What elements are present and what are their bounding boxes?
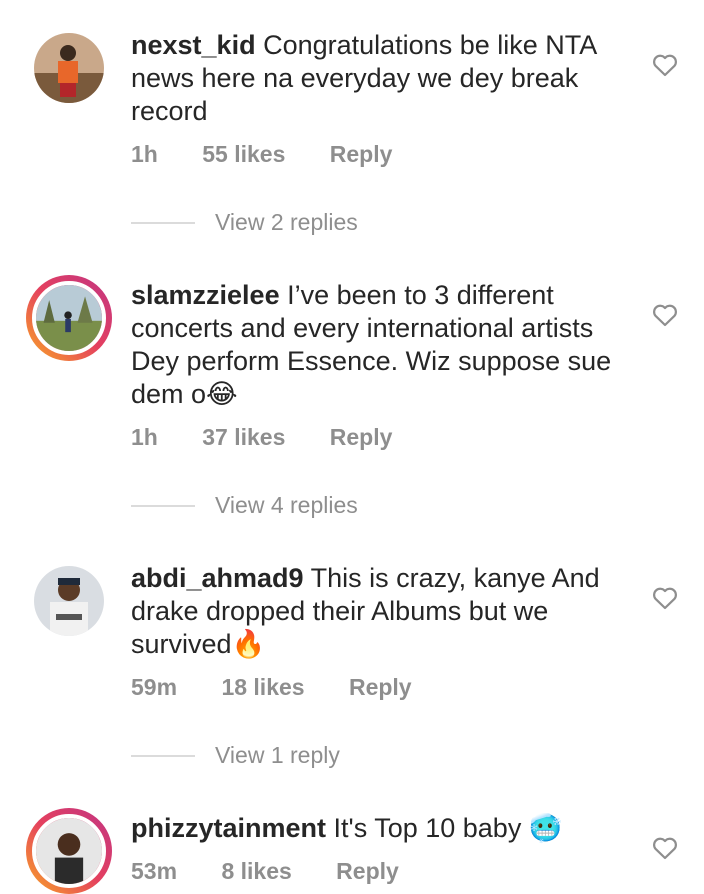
view-replies-label: View 4 replies bbox=[215, 492, 358, 518]
avatar[interactable] bbox=[34, 33, 104, 103]
comment-likes[interactable]: 55 likes bbox=[202, 141, 285, 167]
comment-likes[interactable]: 18 likes bbox=[221, 674, 304, 700]
reply-button[interactable]: Reply bbox=[349, 674, 412, 700]
comment-body: nexst_kid Congratulations be like NTA ne… bbox=[131, 29, 631, 128]
heart-outline-icon[interactable] bbox=[652, 53, 678, 77]
comment-time: 53m bbox=[131, 858, 178, 884]
reply-button[interactable]: Reply bbox=[330, 424, 393, 450]
heart-outline-icon[interactable] bbox=[652, 586, 678, 610]
avatar[interactable] bbox=[26, 275, 112, 361]
comment-meta: 59m 18 likes Reply bbox=[131, 674, 450, 701]
avatar[interactable] bbox=[26, 808, 112, 894]
comment-likes[interactable]: 37 likes bbox=[202, 424, 285, 450]
comment-body: abdi_ahmad9 This is crazy, kanye And dra… bbox=[131, 562, 631, 661]
comment-body: slamzzielee I’ve been to 3 different con… bbox=[131, 279, 631, 411]
comment-meta: 1h 37 likes Reply bbox=[131, 424, 430, 451]
reply-button[interactable]: Reply bbox=[336, 858, 399, 884]
comment-username[interactable]: abdi_ahmad9 bbox=[131, 563, 304, 593]
avatar-image bbox=[32, 281, 106, 355]
comment-time: 59m bbox=[131, 674, 178, 700]
divider-line bbox=[131, 221, 195, 224]
comment-time: 1h bbox=[131, 424, 158, 450]
heart-outline-icon[interactable] bbox=[652, 303, 678, 327]
divider-line bbox=[131, 754, 195, 757]
view-replies-label: View 1 reply bbox=[215, 742, 340, 768]
comment-username[interactable]: nexst_kid bbox=[131, 30, 256, 60]
comment-username[interactable]: slamzzielee bbox=[131, 280, 280, 310]
comment-text: It's Top 10 baby 🥶 bbox=[333, 813, 563, 843]
comment-time: 1h bbox=[131, 141, 158, 167]
comment-likes[interactable]: 8 likes bbox=[221, 858, 291, 884]
reply-button[interactable]: Reply bbox=[330, 141, 393, 167]
comment-meta: 53m 8 likes Reply bbox=[131, 858, 437, 885]
heart-outline-icon[interactable] bbox=[652, 836, 678, 860]
view-replies-button[interactable]: View 4 replies bbox=[131, 492, 358, 519]
avatar-image bbox=[32, 814, 106, 888]
view-replies-button[interactable]: View 2 replies bbox=[131, 209, 358, 236]
avatar[interactable] bbox=[34, 566, 104, 636]
view-replies-label: View 2 replies bbox=[215, 209, 358, 235]
comment-meta: 1h 55 likes Reply bbox=[131, 141, 430, 168]
comment-body: phizzytainment It's Top 10 baby 🥶 bbox=[131, 812, 631, 845]
comment-username[interactable]: phizzytainment bbox=[131, 813, 326, 843]
view-replies-button[interactable]: View 1 reply bbox=[131, 742, 340, 769]
divider-line bbox=[131, 504, 195, 507]
